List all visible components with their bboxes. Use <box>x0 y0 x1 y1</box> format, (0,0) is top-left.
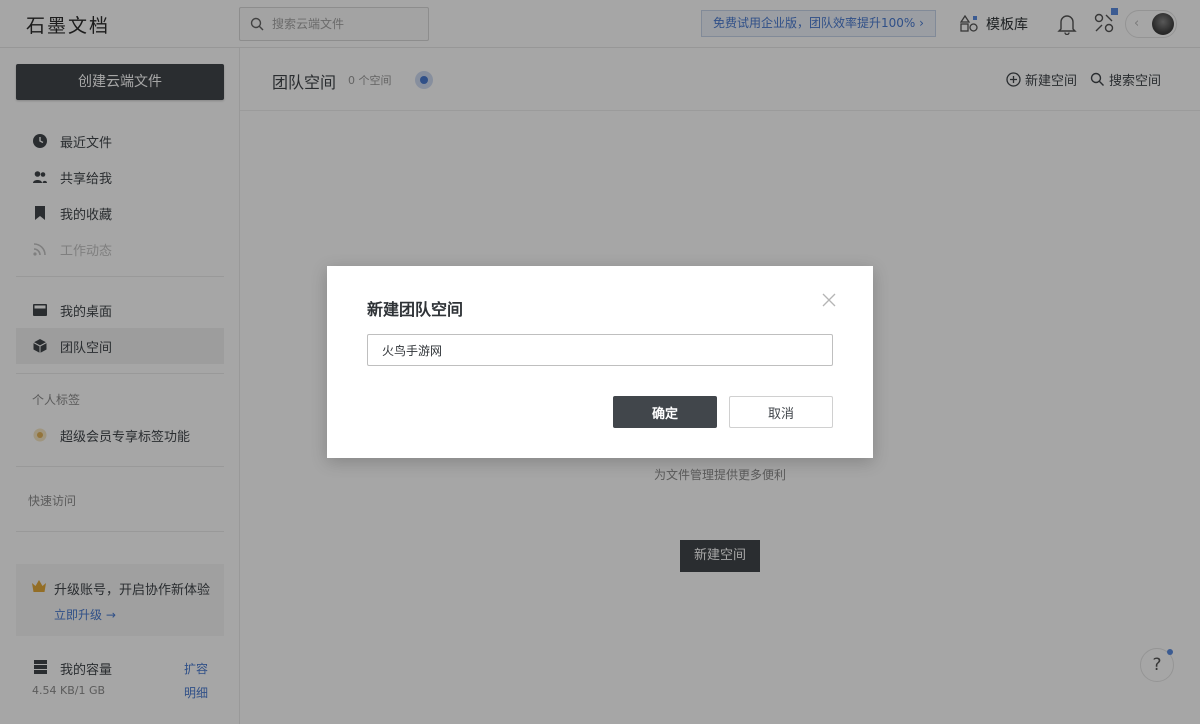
close-icon[interactable] <box>821 292 837 308</box>
confirm-button[interactable]: 确定 <box>613 396 717 428</box>
new-team-space-dialog: 新建团队空间 确定 取消 <box>327 266 873 458</box>
dialog-title: 新建团队空间 <box>367 300 464 319</box>
team-space-name-input[interactable] <box>367 334 833 366</box>
cancel-button[interactable]: 取消 <box>729 396 833 428</box>
